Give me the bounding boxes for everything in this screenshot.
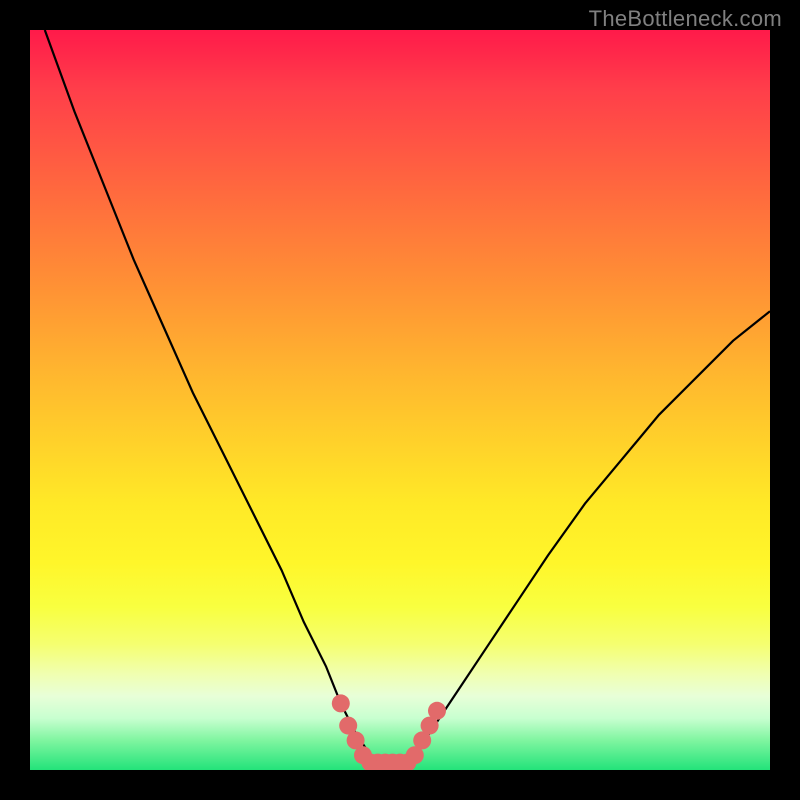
sweet-spot-marker <box>332 694 350 712</box>
chart-frame: TheBottleneck.com <box>0 0 800 800</box>
plot-area <box>30 30 770 770</box>
sweet-spot-markers <box>332 694 446 770</box>
watermark-text: TheBottleneck.com <box>589 6 782 32</box>
bottleneck-curve <box>45 30 770 763</box>
sweet-spot-marker <box>428 702 446 720</box>
curve-layer <box>30 30 770 770</box>
